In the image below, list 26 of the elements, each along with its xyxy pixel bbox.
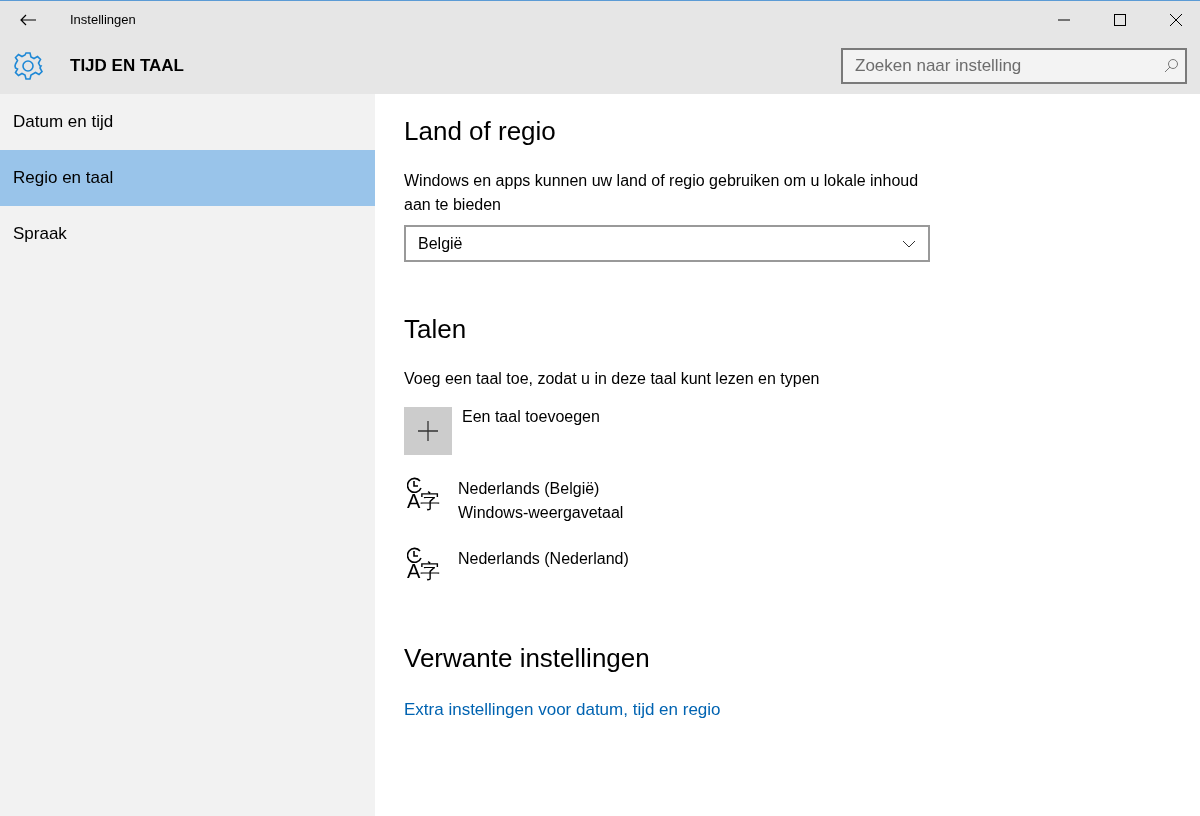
plus-icon: [418, 421, 438, 442]
language-subtitle: Windows-weergavetaal: [458, 503, 624, 524]
language-name[interactable]: Nederlands (Nederland): [458, 547, 629, 572]
section-heading: Talen: [404, 314, 468, 346]
sidebar-item[interactable]: Regio en taal: [0, 150, 375, 206]
section-heading: Verwante instellingen: [404, 643, 651, 675]
sidebar-item[interactable]: Datum en tijd: [0, 94, 375, 150]
sidebar-item[interactable]: Spraak: [0, 206, 375, 262]
maximize-icon: [1114, 13, 1126, 26]
window-title: Instellingen: [70, 10, 136, 29]
section-description: Windows en apps kunnen uw land of regio gebruiken om u lokale inhoud aan te bieden: [404, 171, 919, 216]
settings-icon: [13, 51, 43, 81]
section-heading: Land of regio: [404, 116, 557, 148]
search-field[interactable]: Zoeken naar instelling: [841, 48, 1187, 84]
minimize-icon: [1058, 18, 1070, 21]
settings-link[interactable]: Extra instellingen voor datum, tijd en regio: [404, 699, 721, 719]
search-icon: [1163, 58, 1179, 74]
region-dropdown[interactable]: België: [404, 225, 930, 263]
close-icon: [1170, 13, 1182, 26]
add-button[interactable]: [404, 407, 452, 456]
chevron-icon: [902, 239, 916, 248]
page-title: TIJD EN TAAL: [70, 55, 184, 78]
back-arrow-icon: [19, 13, 36, 26]
language-name[interactable]: Nederlands (België): [458, 477, 624, 502]
section-description: Voeg een taal toe, zodat u in deze taal kunt lezen en typen: [404, 369, 821, 390]
add-language-label[interactable]: Een taal toevoegen: [462, 405, 600, 456]
